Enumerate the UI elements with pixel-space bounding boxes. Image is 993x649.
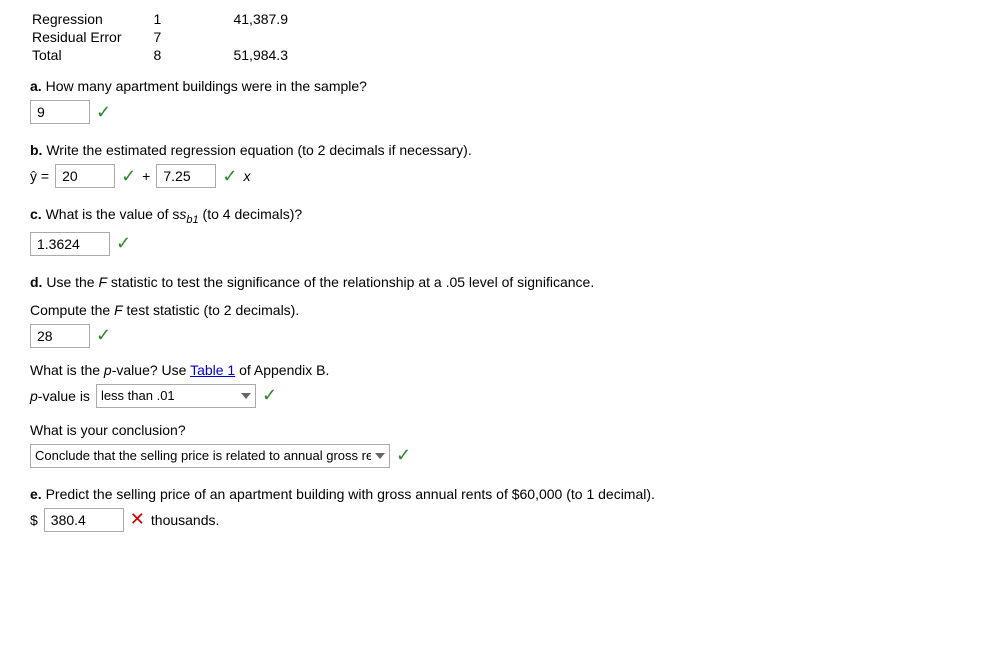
question-d: d. Use the F statistic to test the signi…: [30, 274, 963, 468]
compute-f-text: Compute the F test statistic (to 2 decim…: [30, 302, 963, 318]
pvalue-select-wrapper: less than .01 between .01 and .025 betwe…: [96, 384, 256, 408]
question-c-text-after: (to 4 decimals)?: [199, 206, 302, 222]
compute-label: Compute the F test statistic (to 2 decim…: [30, 302, 299, 318]
compute-f-section: Compute the F test statistic (to 2 decim…: [30, 302, 963, 348]
pvalue-intro: What is the p-value? Use: [30, 362, 190, 378]
conclusion-label: What is your conclusion?: [30, 422, 186, 438]
ss-total: 51,984.3: [231, 46, 318, 64]
question-e-label: e.: [30, 486, 42, 502]
pvalue-section: What is the p-value? Use Table 1 of Appe…: [30, 362, 963, 408]
question-a-label: a.: [30, 78, 42, 94]
ss-regression: 41,387.9: [231, 10, 318, 28]
question-b-intercept-input[interactable]: [55, 164, 115, 188]
question-b-body: Write the estimated regression equation …: [46, 142, 471, 158]
page: Regression 1 41,387.9 Residual Error 7 T…: [0, 0, 993, 649]
question-e-input[interactable]: [44, 508, 124, 532]
ss-residual: [231, 28, 318, 46]
source-total: Total: [30, 46, 151, 64]
anova-table: Regression 1 41,387.9 Residual Error 7 T…: [30, 10, 963, 64]
source-residual: Residual Error: [30, 28, 151, 46]
question-c-text-before: What is the value of s: [46, 206, 180, 222]
question-e: e. Predict the selling price of an apart…: [30, 486, 963, 532]
conclusion-select-wrapper: Conclude that the selling price is relat…: [30, 444, 390, 468]
question-b-slope-check: ✓: [222, 166, 237, 187]
question-c-answer-row: ✓: [30, 232, 963, 256]
question-c-sb-symbol: sb1: [179, 206, 198, 222]
ycaret-symbol: ŷ =: [30, 168, 49, 184]
df-total: 8: [151, 46, 231, 64]
question-b-text: b. Write the estimated regression equati…: [30, 142, 963, 158]
question-b-intercept-check: ✓: [121, 166, 136, 187]
conclusion-answer-row: Conclude that the selling price is relat…: [30, 444, 963, 468]
question-e-text: e. Predict the selling price of an apart…: [30, 486, 963, 502]
question-b-label: b.: [30, 142, 42, 158]
pvalue-select[interactable]: less than .01 between .01 and .025 betwe…: [96, 384, 256, 408]
compute-f-answer-row: ✓: [30, 324, 963, 348]
pvalue-question-text: What is the p-value? Use Table 1 of Appe…: [30, 362, 963, 378]
pvalue-answer-row: p-value is less than .01 between .01 and…: [30, 384, 963, 408]
dollar-sign: $: [30, 512, 38, 528]
appendix-text: of Appendix B.: [235, 362, 329, 378]
df-residual: 7: [151, 28, 231, 46]
question-c: c. What is the value of ssb1 (to 4 decim…: [30, 206, 963, 256]
question-e-body: Predict the selling price of an apartmen…: [46, 486, 655, 502]
thousands-label: thousands.: [151, 512, 220, 528]
conclusion-question-text: What is your conclusion?: [30, 422, 963, 438]
table-row-regression: Regression 1 41,387.9: [30, 10, 318, 28]
pvalue-label: p-value is: [30, 388, 90, 404]
question-c-check-icon: ✓: [116, 233, 131, 254]
x-variable: x: [243, 168, 250, 184]
pvalue-check-icon: ✓: [262, 385, 277, 406]
f-statistic-check-icon: ✓: [96, 325, 111, 346]
question-c-label: c.: [30, 206, 42, 222]
question-d-label: d.: [30, 274, 42, 290]
question-c-subscript: b1: [186, 214, 198, 226]
question-e-answer-row: $ ✕ thousands.: [30, 508, 963, 532]
question-a-answer-row: ✓: [30, 100, 963, 124]
table1-link[interactable]: Table 1: [190, 362, 235, 378]
plus-sign: +: [142, 168, 150, 184]
question-a: a. How many apartment buildings were in …: [30, 78, 963, 124]
table-row-total: Total 8 51,984.3: [30, 46, 318, 64]
question-a-check-icon: ✓: [96, 102, 111, 123]
conclusion-section: What is your conclusion? Conclude that t…: [30, 422, 963, 468]
question-b: b. Write the estimated regression equati…: [30, 142, 963, 188]
df-regression: 1: [151, 10, 231, 28]
table-row-residual: Residual Error 7: [30, 28, 318, 46]
conclusion-select[interactable]: Conclude that the selling price is relat…: [30, 444, 390, 468]
question-a-body: How many apartment buildings were in the…: [46, 78, 367, 94]
conclusion-check-icon: ✓: [396, 445, 411, 466]
f-statistic-input[interactable]: [30, 324, 90, 348]
question-e-check-icon: ✕: [130, 509, 145, 530]
question-c-text: c. What is the value of ssb1 (to 4 decim…: [30, 206, 963, 226]
question-d-text: d. Use the F statistic to test the signi…: [30, 274, 963, 290]
question-d-body: Use the F statistic to test the signific…: [46, 274, 594, 290]
question-a-text: a. How many apartment buildings were in …: [30, 78, 963, 94]
question-b-answer-row: ŷ = ✓ + ✓ x: [30, 164, 963, 188]
source-regression: Regression: [30, 10, 151, 28]
question-b-slope-input[interactable]: [156, 164, 216, 188]
question-c-input[interactable]: [30, 232, 110, 256]
question-a-input[interactable]: [30, 100, 90, 124]
